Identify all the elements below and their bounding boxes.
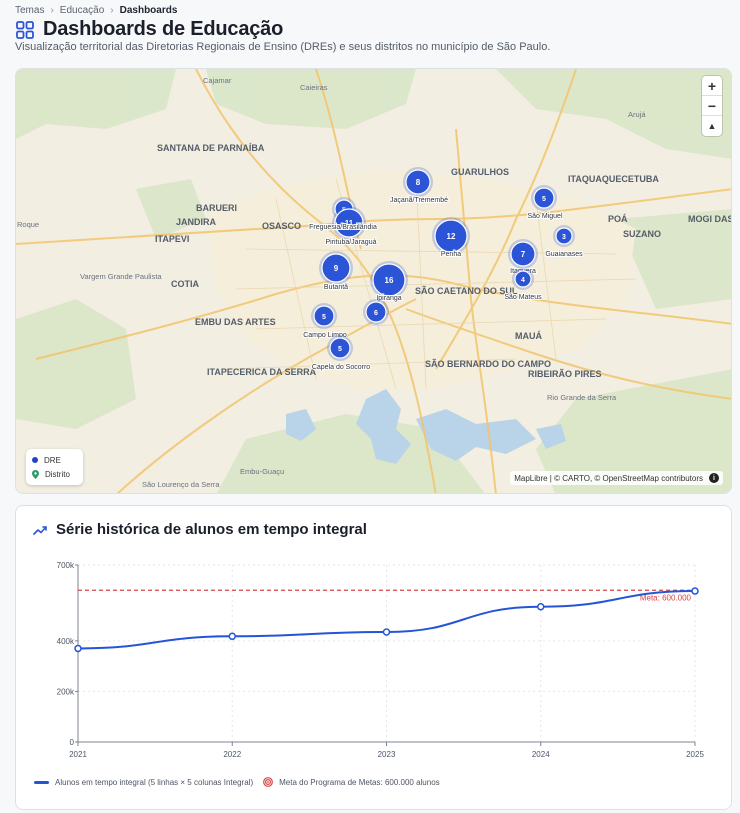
dre-cluster[interactable]: 9 Butantã: [319, 251, 353, 292]
cluster-count: 8: [416, 178, 421, 187]
dre-dot-icon: [32, 457, 38, 463]
data-point[interactable]: [228, 632, 236, 641]
legend-target-label: Meta do Programa de Metas: 600.000 aluno…: [279, 777, 440, 787]
place-label: SÃO CAETANO DO SUL: [415, 286, 518, 296]
breadcrumb-temas[interactable]: Temas: [15, 5, 44, 16]
district-label: Guaianases: [545, 251, 583, 258]
place-label: COTIA: [171, 279, 199, 289]
cluster-count: 5: [542, 196, 546, 203]
dre-cluster[interactable]: Pirituba/Jaraguá: [325, 238, 378, 247]
legend-distrito-label: Distrito: [45, 469, 70, 479]
district-label: Jaçanã/Tremembé: [390, 197, 448, 204]
x-tick-label: 2022: [223, 750, 241, 759]
district-label: Freguesia/Brasilândia: [309, 224, 377, 231]
y-tick-label: 200k: [57, 687, 75, 696]
series-swatch: [34, 780, 49, 784]
cluster-count: 12: [447, 232, 456, 241]
place-label: Vargem Grande Paulista: [80, 272, 162, 281]
place-label: GUARULHOS: [451, 167, 509, 177]
place-label: ITAPECERICA DA SERRA: [207, 367, 317, 377]
y-tick-label: 0: [70, 738, 75, 747]
breadcrumb: Temas › Educação › Dashboards: [15, 5, 177, 16]
zoom-out-button[interactable]: −: [702, 96, 722, 116]
chart-panel: Série histórica de alunos em tempo integ…: [15, 505, 732, 810]
chart-legend: Alunos em tempo integral (5 linhas × 5 c…: [34, 777, 440, 787]
page-header: Dashboards de Educação: [15, 18, 283, 41]
y-tick-label: 700k: [57, 561, 75, 570]
legend-series-label: Alunos em tempo integral (5 linhas × 5 c…: [55, 777, 254, 787]
target-icon: [263, 777, 274, 787]
district-label: Butantã: [324, 284, 348, 291]
legend-dre-label: DRE: [44, 455, 61, 465]
breadcrumb-educacao[interactable]: Educação: [60, 5, 104, 16]
cluster-count: 7: [521, 250, 526, 259]
legend-series[interactable]: Alunos em tempo integral (5 linhas × 5 c…: [34, 778, 253, 787]
data-point[interactable]: [382, 628, 391, 636]
district-label: São Mateus: [504, 294, 542, 301]
place-label: SÃO BERNARDO DO CAMPO: [425, 359, 551, 369]
place-label: Embu-Guaçu: [240, 467, 284, 476]
legend-dre: DRE: [32, 453, 77, 467]
place-label: EMBU DAS ARTES: [195, 317, 276, 327]
zoom-controls: + − ▲: [702, 76, 722, 136]
place-label: Rio Grande da Serra: [547, 393, 617, 402]
compass-button[interactable]: ▲: [702, 116, 722, 136]
district-label: Capela do Socorro: [312, 364, 370, 371]
attribution-text[interactable]: MapLibre | © CARTO, © OpenStreetMap cont…: [514, 474, 703, 483]
place-label: OSASCO: [262, 221, 301, 231]
map-pin-icon: [32, 469, 39, 479]
place-label: JANDIRA: [176, 217, 217, 227]
data-point[interactable]: [74, 644, 82, 653]
chevron-right-icon: ›: [50, 5, 54, 16]
x-tick-label: 2023: [378, 750, 396, 759]
dashboard-icon: [16, 20, 34, 39]
cluster-count: 3: [562, 234, 566, 241]
place-label: SUZANO: [623, 229, 661, 239]
place-label: ITAPEVI: [155, 234, 189, 244]
data-point[interactable]: [691, 587, 699, 595]
place-label: RIBEIRÃO PIRES: [528, 369, 602, 379]
cluster-count: 5: [322, 314, 326, 321]
page-subtitle: Visualização territorial das Diretorias …: [15, 41, 551, 53]
legend-distrito: Distrito: [32, 467, 77, 481]
place-label: Roque: [17, 220, 39, 229]
place-label: POÁ: [608, 214, 628, 224]
breadcrumb-current: Dashboards: [119, 5, 178, 16]
place-label: ITAQUAQUECETUBA: [568, 174, 659, 184]
info-icon[interactable]: i: [709, 473, 719, 483]
cluster-count: 6: [374, 310, 378, 317]
x-tick-label: 2021: [69, 750, 87, 759]
cluster-count: 9: [334, 264, 339, 273]
place-label: Cajamar: [203, 76, 232, 85]
place-label: MAUÁ: [515, 331, 542, 341]
line-chart[interactable]: 0200k400k700k2021 2022 2023 2024 2025Meta: 6…: [16, 506, 733, 811]
legend-target[interactable]: Meta do Programa de Metas: 600.000 aluno…: [263, 777, 440, 787]
x-tick-label: 2025: [686, 750, 704, 759]
cluster-count: 5: [338, 346, 342, 353]
place-label: BARUERI: [196, 203, 237, 213]
map-attribution: MapLibre | © CARTO, © OpenStreetMap cont…: [510, 471, 723, 485]
chevron-right-icon: ›: [110, 5, 114, 16]
district-label: São Miguel: [527, 213, 562, 220]
series-line: [77, 590, 696, 650]
cluster-count: 4: [521, 277, 525, 284]
page-title: Dashboards de Educação: [43, 18, 284, 40]
district-label: Penha: [441, 251, 461, 258]
map-canvas[interactable]: Cajamar Caieiras Arujá SANTANA DE PARNAÍ…: [16, 69, 732, 494]
map-panel[interactable]: Cajamar Caieiras Arujá SANTANA DE PARNAÍ…: [15, 68, 732, 494]
place-label: São Lourenço da Serra: [142, 480, 220, 489]
cluster-count: 16: [385, 276, 394, 285]
place-label: Arujá: [628, 110, 646, 119]
x-tick-label: 2024: [532, 750, 550, 759]
district-label: Pirituba/Jaraguá: [326, 239, 377, 246]
place-label: Caieiras: [300, 83, 328, 92]
map-legend: DRE Distrito: [26, 449, 83, 485]
place-label: SANTANA DE PARNAÍBA: [157, 143, 265, 153]
zoom-in-button[interactable]: +: [702, 76, 722, 96]
place-label: MOGI DAS: [688, 214, 732, 224]
dre-cluster[interactable]: 6: [363, 299, 389, 325]
data-point[interactable]: [537, 602, 545, 611]
y-tick-label: 400k: [57, 637, 75, 646]
